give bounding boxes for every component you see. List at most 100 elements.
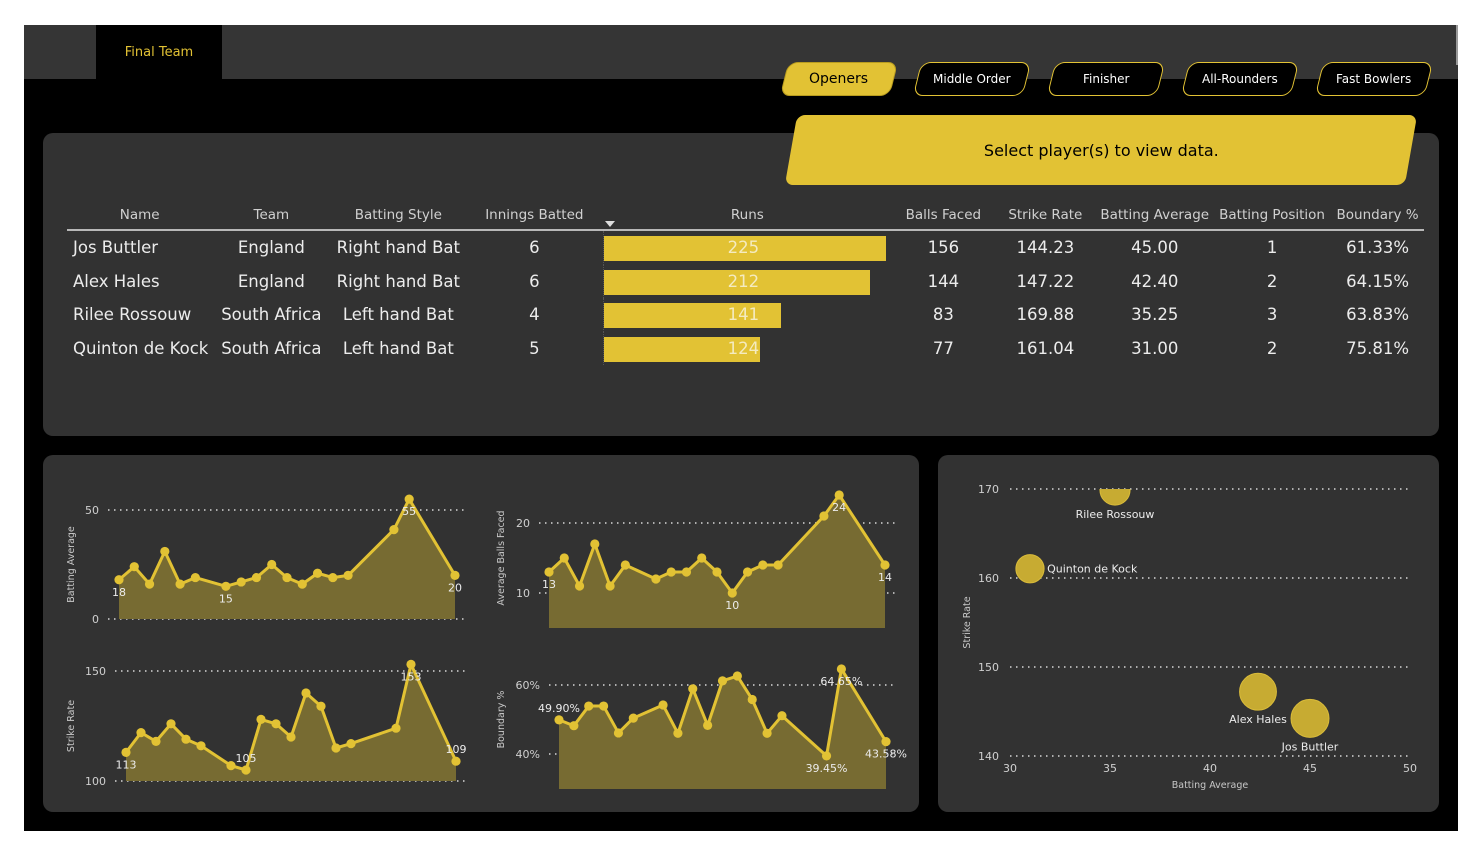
data-point: [727, 588, 737, 598]
data-label: 113: [116, 758, 137, 771]
cell-strike-rate: 169.88: [1016, 305, 1075, 325]
data-point: [569, 721, 579, 731]
runs-value: 124: [727, 338, 760, 358]
column-header-batting-style[interactable]: Batting Style: [330, 201, 467, 231]
column-header-runs[interactable]: Runs: [602, 201, 893, 231]
cell-runs: 124: [602, 331, 892, 365]
data-label: 18: [112, 586, 126, 599]
data-point: [821, 751, 832, 761]
data-point: [297, 579, 307, 589]
trend-charts-panel: 0 50 Batting Average 18 15 55 20 10 20 Average Ba…: [43, 455, 919, 812]
y-tick-label: 10: [516, 587, 530, 600]
nav-button-openers[interactable]: Openers: [779, 62, 899, 96]
data-point: [196, 741, 206, 751]
data-point: [301, 688, 311, 698]
data-point: [598, 701, 609, 711]
cell-balls-faced: 83: [932, 305, 954, 325]
data-point: [773, 560, 783, 570]
data-point: [328, 572, 338, 583]
nav-button-label: Middle Order: [933, 72, 1011, 86]
data-point: [703, 720, 713, 730]
trend-chart-batting-average: 0 50 Batting Average 18 15 55 20: [66, 494, 467, 626]
column-header-team[interactable]: Team: [212, 201, 331, 231]
cell-team: South Africa: [221, 305, 322, 325]
y-tick-label: 20: [516, 517, 530, 530]
y-tick-label: 60%: [516, 679, 540, 692]
data-point: [590, 539, 600, 549]
data-point: [658, 700, 668, 710]
cell-balls-faced: 77: [932, 338, 954, 358]
y-tick-label: 140: [978, 750, 999, 763]
data-point: [221, 581, 231, 591]
cell-batting-style: Left hand Bat: [342, 338, 454, 358]
cell-boundary-pct: 64.15%: [1346, 271, 1410, 291]
table-row[interactable]: Quinton de Kock South Africa Left hand Bat…: [67, 331, 1424, 365]
cell-runs: 212: [602, 264, 892, 298]
bubble-jos-buttler: [1290, 698, 1330, 738]
y-axis-label: Boundary %: [496, 691, 507, 749]
cell-team: South Africa: [221, 338, 322, 358]
table-header-row: Name Team Batting Style Innings Batted R…: [67, 201, 1425, 231]
data-point: [762, 728, 772, 738]
data-point: [758, 560, 768, 570]
banner-text: Select player(s) to view data.: [983, 140, 1219, 160]
x-tick-label: 30: [1003, 762, 1017, 775]
data-point: [190, 572, 200, 583]
column-header-runs-label: Runs: [730, 207, 764, 223]
data-point: [181, 734, 191, 744]
column-header-strike-rate[interactable]: Strike Rate: [994, 201, 1097, 231]
data-point: [836, 664, 847, 674]
column-header-innings-batted[interactable]: Innings Batted: [466, 201, 603, 231]
cell-batting-position: 1: [1266, 238, 1278, 258]
trend-chart-boundary-: 40% 60% Boundary % 49.90% 39.45% 64.65% 43.58%: [496, 664, 907, 789]
tab-final-team[interactable]: Final Team: [96, 25, 222, 79]
nav-button-middle-order[interactable]: Middle Order: [912, 62, 1032, 96]
cell-runs: 141: [602, 298, 892, 332]
y-tick-label: 50: [85, 504, 99, 517]
table-row[interactable]: Jos Buttler England Right hand Bat 6 225 156 1…: [67, 230, 1424, 265]
y-axis-label: Strike Rate: [962, 596, 973, 648]
x-axis-label: Batting Average: [1172, 780, 1249, 791]
cell-batting-average: 42.40: [1131, 271, 1179, 291]
scrollbar[interactable]: [1456, 25, 1458, 65]
sort-descending-icon: [605, 221, 616, 227]
y-tick-label: 150: [85, 665, 106, 678]
column-header-batting-position[interactable]: Batting Position: [1213, 201, 1332, 231]
data-point: [544, 567, 554, 577]
data-point: [282, 572, 292, 583]
y-tick-label: 150: [978, 661, 999, 674]
nav-button-finisher[interactable]: Finisher: [1046, 62, 1166, 96]
data-point: [144, 579, 155, 589]
data-point: [620, 560, 630, 570]
data-point: [732, 671, 742, 681]
data-point: [286, 732, 296, 742]
runs-value: 212: [727, 271, 760, 291]
nav-button-all-rounders[interactable]: All-Rounders: [1180, 62, 1300, 96]
cell-batting-style: Left hand Bat: [342, 305, 454, 325]
cell-name: Rilee Rossouw: [73, 305, 192, 325]
trend-charts-svg: 0 50 Batting Average 18 15 55 20 10 20 Average Ba…: [66, 490, 907, 789]
bubble-label: Rilee Rossouw: [1076, 508, 1155, 521]
data-point: [651, 574, 661, 584]
column-header-name[interactable]: Name: [67, 201, 213, 231]
column-header-boundary-pct[interactable]: Boundary %: [1331, 201, 1425, 231]
data-label: 64.65%: [820, 675, 862, 688]
column-header-batting-average[interactable]: Batting Average: [1096, 201, 1214, 231]
nav-button-fast-bowlers[interactable]: Fast Bowlers: [1314, 62, 1434, 96]
data-point: [666, 567, 676, 577]
data-point: [267, 559, 277, 570]
table-row[interactable]: Alex Hales England Right hand Bat 6 212 144 14…: [67, 264, 1424, 298]
table-row[interactable]: Rilee Rossouw South Africa Left hand Bat 4 1…: [67, 298, 1424, 332]
nav-button-label: Openers: [809, 71, 869, 87]
y-tick-label: 0: [92, 613, 99, 626]
bubble-label: Alex Hales: [1229, 713, 1287, 726]
data-point: [584, 701, 594, 711]
cell-boundary-pct: 63.83%: [1346, 305, 1410, 325]
cell-innings: 4: [529, 305, 540, 325]
scatter-chart-svg: 140 150 160 170 30 35 40 45 50 Batting Average Str…: [962, 483, 1417, 791]
runs-value: 225: [727, 238, 760, 257]
y-axis-label: Average Balls Faced: [496, 510, 507, 605]
column-header-balls-faced[interactable]: Balls Faced: [892, 201, 995, 231]
nav-button-label: Fast Bowlers: [1336, 72, 1412, 86]
data-point: [346, 739, 356, 749]
